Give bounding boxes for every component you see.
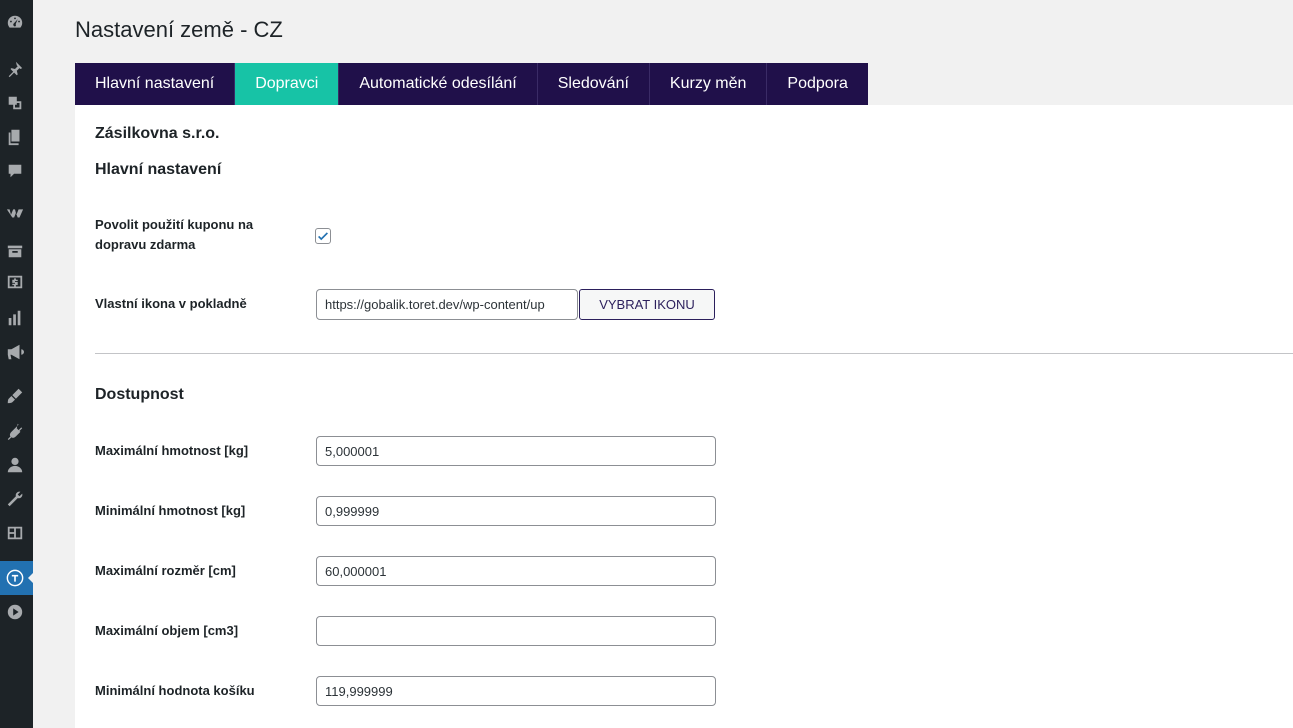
woocommerce-icon[interactable] bbox=[5, 203, 25, 223]
payments-icon[interactable] bbox=[5, 272, 25, 292]
max-volume-input[interactable] bbox=[316, 616, 716, 646]
max-weight-input[interactable]: 5,000001 bbox=[316, 436, 716, 466]
coupon-label: Povolit použití kuponu na dopravu zdarma bbox=[95, 217, 254, 252]
tab-automatic-sending[interactable]: Automatické odesílání bbox=[339, 63, 538, 105]
availability-heading: Dostupnost bbox=[95, 386, 184, 403]
dashboard-icon[interactable] bbox=[5, 12, 25, 32]
page-title: Nastavení země - CZ bbox=[75, 17, 283, 42]
max-volume-label: Maximální objem [cm3] bbox=[95, 623, 239, 638]
min-weight-label: Minimální hmotnost [kg] bbox=[95, 503, 246, 518]
appearance-icon[interactable] bbox=[5, 386, 25, 406]
icon-url-input[interactable]: https://gobalik.toret.dev/wp-content/up bbox=[316, 289, 578, 320]
coupon-checkbox[interactable] bbox=[315, 228, 331, 244]
products-icon[interactable] bbox=[5, 241, 25, 261]
max-dimension-label: Maximální rozměr [cm] bbox=[95, 563, 236, 578]
marketing-icon[interactable] bbox=[5, 342, 25, 362]
icon-label: Vlastní ikona v pokladně bbox=[95, 296, 247, 311]
users-icon[interactable] bbox=[5, 455, 25, 475]
tab-tracking[interactable]: Sledování bbox=[537, 63, 650, 105]
tab-support[interactable]: Podpora bbox=[767, 63, 868, 105]
pin-icon[interactable] bbox=[5, 59, 25, 79]
analytics-icon[interactable] bbox=[5, 308, 25, 328]
media-icon[interactable] bbox=[5, 93, 25, 113]
section-divider bbox=[95, 353, 1293, 354]
settings-tabs: Hlavní nastavení Dopravci Automatické od… bbox=[75, 63, 868, 105]
pages-icon[interactable] bbox=[5, 127, 25, 147]
play-icon[interactable] bbox=[5, 602, 25, 622]
tools-icon[interactable] bbox=[5, 489, 25, 509]
toret-icon[interactable] bbox=[5, 568, 25, 588]
min-cart-value-input[interactable]: 119,999999 bbox=[316, 676, 716, 706]
pick-icon-button[interactable]: VYBRAT IKONU bbox=[579, 289, 715, 320]
tab-carriers[interactable]: Dopravci bbox=[235, 63, 340, 105]
max-weight-label: Maximální hmotnost [kg] bbox=[95, 443, 249, 458]
settings-icon[interactable] bbox=[5, 523, 25, 543]
tab-exchange-rates[interactable]: Kurzy měn bbox=[649, 63, 768, 105]
admin-sidebar bbox=[0, 0, 34, 728]
max-dimension-input[interactable]: 60,000001 bbox=[316, 556, 716, 586]
min-weight-input[interactable]: 0,999999 bbox=[316, 496, 716, 526]
carrier-name: Zásilkovna s.r.o. bbox=[95, 125, 220, 142]
main-settings-heading: Hlavní nastavení bbox=[95, 161, 222, 178]
tab-main-settings[interactable]: Hlavní nastavení bbox=[75, 63, 236, 105]
plugins-icon[interactable] bbox=[5, 421, 25, 441]
min-cart-value-label: Minimální hodnota košíku bbox=[95, 683, 255, 698]
settings-panel: Zásilkovna s.r.o. Hlavní nastavení Povol… bbox=[75, 105, 1293, 728]
checkmark-icon bbox=[318, 232, 328, 241]
comments-icon[interactable] bbox=[5, 161, 25, 181]
